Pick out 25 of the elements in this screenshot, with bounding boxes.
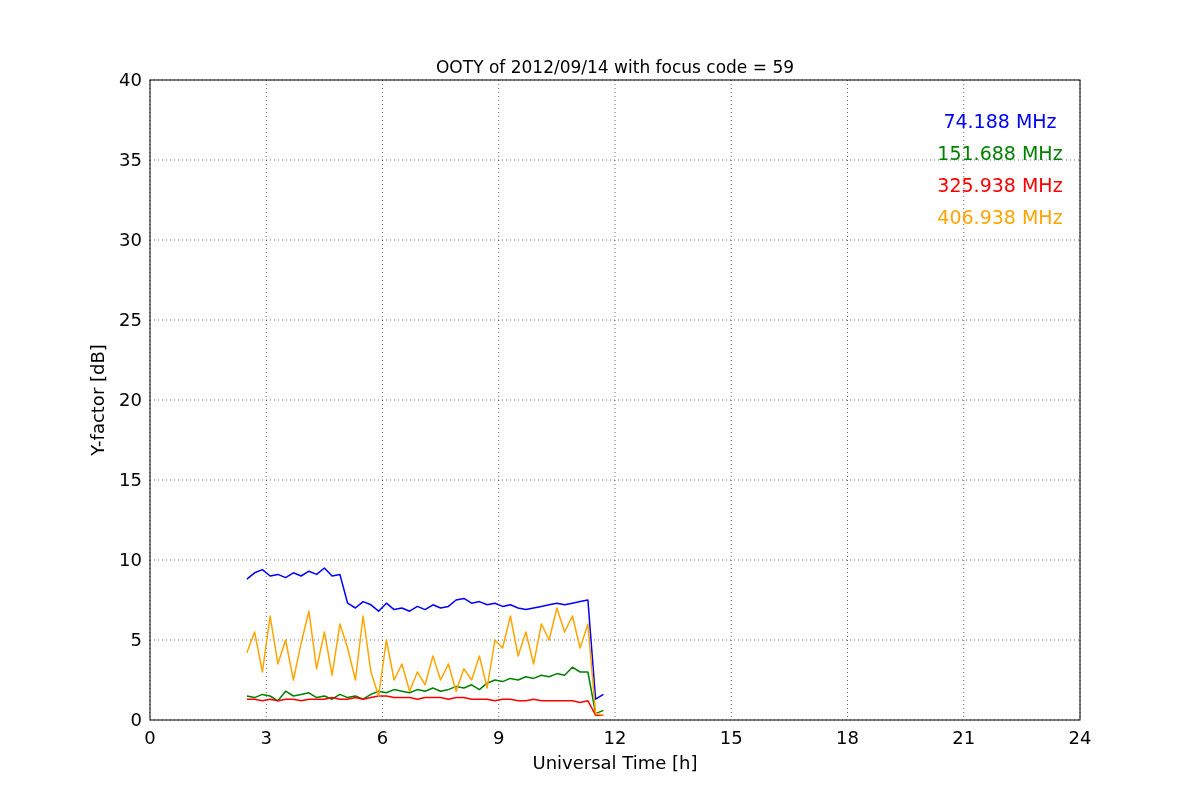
axis-label: Y-factor [dB]: [87, 344, 108, 456]
tick-label: 24: [1068, 727, 1092, 748]
tick-label: 15: [719, 727, 743, 748]
legend-label: 74.188 MHz: [943, 110, 1057, 132]
tick-label: 35: [119, 149, 142, 170]
tick-label: 40: [119, 69, 142, 90]
tick-label: 25: [119, 309, 142, 330]
tick-label: 30: [119, 229, 142, 250]
axis-label: Universal Time [h]: [532, 752, 698, 773]
tick-label: 12: [603, 727, 627, 748]
tick-label: 15: [119, 469, 142, 490]
tick-label: 18: [836, 727, 859, 748]
tick-label: 5: [130, 629, 142, 650]
chart-title: OOTY of 2012/09/14 with focus code = 59: [436, 57, 794, 77]
tick-label: 3: [260, 727, 272, 748]
tick-label: 0: [144, 727, 156, 748]
tick-label: 10: [119, 549, 142, 570]
legend-label: 406.938 MHz: [937, 206, 1063, 228]
tick-label: 0: [130, 709, 142, 730]
tick-label: 20: [119, 389, 142, 410]
legend-label: 151.688 MHz: [937, 142, 1063, 164]
tick-label: 21: [952, 727, 976, 748]
tick-label: 6: [376, 727, 389, 748]
tick-label: 9: [493, 727, 505, 748]
legend-label: 325.938 MHz: [937, 174, 1063, 196]
